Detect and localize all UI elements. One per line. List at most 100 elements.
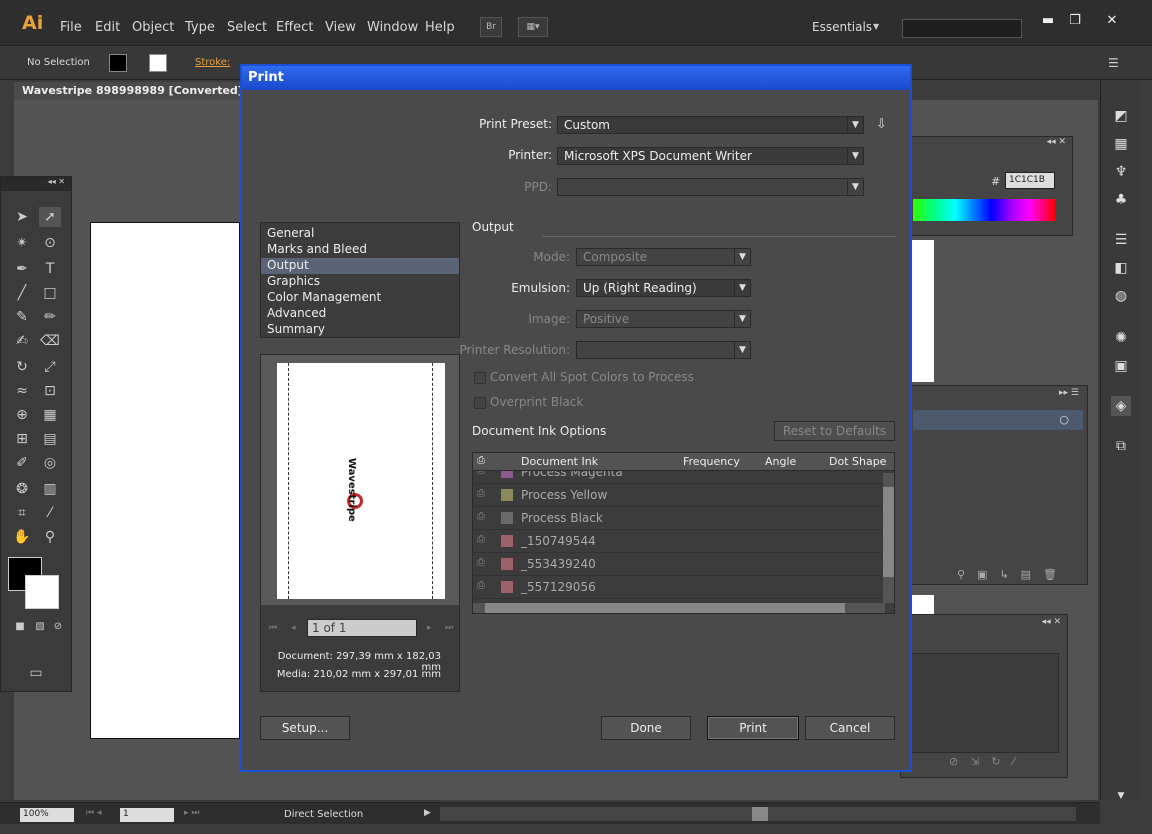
menu-edit[interactable]: Edit xyxy=(95,20,120,35)
color-panel-close-icon[interactable]: ◂◂ ✕ xyxy=(1047,137,1066,147)
horizontal-scrollbar[interactable] xyxy=(440,807,1076,821)
first-artboard-icon[interactable]: ⏮ ◂ xyxy=(86,808,101,818)
ink-row[interactable]: ⎙ Process Yellow xyxy=(473,484,883,507)
zoom-field[interactable]: 100% xyxy=(20,808,74,822)
gradient-panel-icon[interactable]: ◧ xyxy=(1111,258,1131,278)
menu-type[interactable]: Type xyxy=(185,20,215,35)
symbol-sprayer-icon[interactable]: ❂ xyxy=(11,479,33,499)
eraser-icon[interactable]: ⌫ xyxy=(39,331,61,351)
warp-tool-icon[interactable]: ≈ xyxy=(11,381,33,401)
document-tab[interactable]: Wavestripe 898998989 [Converted].e... xyxy=(14,82,242,100)
printer-icon[interactable]: ⎙ xyxy=(477,511,491,525)
artboard[interactable] xyxy=(90,222,240,739)
emulsion-select[interactable]: Up (Right Reading) ▼ xyxy=(576,279,751,297)
tools-panel-header[interactable]: ◂◂ ✕ xyxy=(1,177,71,191)
panel-menu-icon[interactable]: ☰ xyxy=(1108,56,1119,70)
artboards-icon[interactable]: ⧉ xyxy=(1111,436,1131,456)
ink-table-vertical-scrollbar[interactable] xyxy=(883,473,894,603)
bridge-icon[interactable]: Br xyxy=(480,17,502,37)
line-tool-icon[interactable]: ╱ xyxy=(11,283,33,303)
print-button[interactable]: Print xyxy=(707,716,799,740)
free-transform-icon[interactable]: ⊡ xyxy=(39,381,61,401)
selection-tool-icon[interactable]: ➤ xyxy=(11,207,33,227)
horizontal-scroll-thumb[interactable] xyxy=(752,807,768,821)
paintbrush-icon[interactable]: ✎ xyxy=(11,307,33,327)
category-general[interactable]: General xyxy=(261,226,459,242)
brushes-icon[interactable]: ♆ xyxy=(1111,162,1131,182)
bottom-panel-footer-icons[interactable]: ⊘⇲↻⁄ xyxy=(949,755,1027,768)
symbols-icon[interactable]: ♣ xyxy=(1111,190,1131,210)
scroll-down-icon[interactable]: ▼ xyxy=(1111,786,1131,806)
column-dot-shape[interactable]: Dot Shape xyxy=(829,455,886,468)
category-marks-and-bleed[interactable]: Marks and Bleed xyxy=(261,242,459,258)
print-preset-select[interactable]: Custom ▼ xyxy=(557,116,864,134)
chevron-down-icon[interactable]: ▼ xyxy=(873,22,879,31)
color-spectrum[interactable] xyxy=(913,199,1055,221)
category-output[interactable]: Output xyxy=(261,258,459,274)
gradient-tool-icon[interactable]: ▤ xyxy=(39,429,61,449)
magic-wand-icon[interactable]: ✴ xyxy=(11,233,33,253)
rotate-tool-icon[interactable]: ↻ xyxy=(11,357,33,377)
layer-target-icon[interactable]: ○ xyxy=(1059,413,1069,426)
menu-window[interactable]: Window xyxy=(367,20,418,35)
next-artboard-icon[interactable]: ▸ ⏭ xyxy=(184,808,199,818)
ink-row[interactable]: ⎙ _553439240 xyxy=(473,553,883,576)
printer-icon[interactable]: ⎙ xyxy=(477,557,491,571)
graphic-styles-icon[interactable]: ▣ xyxy=(1111,356,1131,376)
stroke-color-box[interactable] xyxy=(25,575,59,609)
printer-icon[interactable]: ⎙ xyxy=(477,488,491,502)
column-angle[interactable]: Angle xyxy=(765,455,796,468)
arrange-documents-icon[interactable]: ▦▾ xyxy=(518,17,548,37)
menu-select[interactable]: Select xyxy=(227,20,267,35)
ink-row[interactable]: ⎙ Process Magenta xyxy=(473,471,883,484)
type-tool-icon[interactable]: T xyxy=(39,259,61,279)
pencil-icon[interactable]: ✏ xyxy=(39,307,61,327)
cancel-button[interactable]: Cancel xyxy=(805,716,895,740)
hex-input[interactable]: 1C1C1B xyxy=(1005,172,1055,189)
maximize-icon[interactable]: ❐ xyxy=(1061,11,1089,31)
menu-view[interactable]: View xyxy=(325,20,356,35)
ink-row[interactable]: ⎙ _150749544 xyxy=(473,530,883,553)
eyedropper-icon[interactable]: ✐ xyxy=(11,453,33,473)
printer-icon[interactable]: ⎙ xyxy=(477,471,491,479)
category-advanced[interactable]: Advanced xyxy=(261,306,459,322)
color-mode-icon[interactable]: ■ xyxy=(9,617,31,637)
transparency-icon[interactable]: ◍ xyxy=(1111,286,1131,306)
stroke-label[interactable]: Stroke: xyxy=(195,57,230,68)
layers-icon[interactable]: ◈ xyxy=(1111,396,1131,416)
shape-builder-icon[interactable]: ⊕ xyxy=(11,405,33,425)
appearance-icon[interactable]: ✺ xyxy=(1111,328,1131,348)
scale-tool-icon[interactable]: ⤢ xyxy=(39,357,61,377)
category-color-management[interactable]: Color Management xyxy=(261,290,459,306)
menu-help[interactable]: Help xyxy=(425,20,455,35)
stroke-swatch[interactable] xyxy=(149,54,167,72)
zoom-tool-icon[interactable]: ⚲ xyxy=(39,527,61,547)
printer-icon[interactable]: ⎙ xyxy=(477,534,491,548)
search-input[interactable] xyxy=(902,19,1022,38)
status-menu-icon[interactable]: ▶ xyxy=(424,808,431,818)
direct-selection-tool-icon[interactable]: ➚ xyxy=(39,207,61,227)
graph-tool-icon[interactable]: ▥ xyxy=(39,479,61,499)
blob-brush-icon[interactable]: ✍ xyxy=(11,331,33,351)
category-summary[interactable]: Summary xyxy=(261,322,459,338)
slice-tool-icon[interactable]: ⁄ xyxy=(39,503,61,523)
workspace-switcher[interactable]: Essentials xyxy=(812,20,872,34)
menu-file[interactable]: File xyxy=(60,20,82,35)
perspective-grid-icon[interactable]: ▦ xyxy=(39,405,61,425)
bottom-panel-close-icon[interactable]: ◂◂ ✕ xyxy=(1042,617,1061,627)
screen-mode-icon[interactable]: ▭ xyxy=(25,663,47,683)
stroke-panel-icon[interactable]: ☰ xyxy=(1111,230,1131,250)
rectangle-tool-icon[interactable]: □ xyxy=(39,283,61,303)
menu-object[interactable]: Object xyxy=(132,20,174,35)
close-icon[interactable]: ✕ xyxy=(1098,11,1126,31)
minimize-icon[interactable]: ▬ xyxy=(1034,11,1062,31)
printer-select[interactable]: Microsoft XPS Document Writer ▼ xyxy=(557,147,864,165)
color-guide-icon[interactable]: ◩ xyxy=(1111,106,1131,126)
save-preset-icon[interactable]: ⇩ xyxy=(876,117,887,132)
artboard-tool-icon[interactable]: ⌗ xyxy=(11,503,33,523)
done-button[interactable]: Done xyxy=(601,716,691,740)
menu-effect[interactable]: Effect xyxy=(276,20,313,35)
preview-page[interactable]: Wavestripe xyxy=(277,363,445,599)
pen-tool-icon[interactable]: ✒ xyxy=(11,259,33,279)
lasso-icon[interactable]: ⊙ xyxy=(39,233,61,253)
